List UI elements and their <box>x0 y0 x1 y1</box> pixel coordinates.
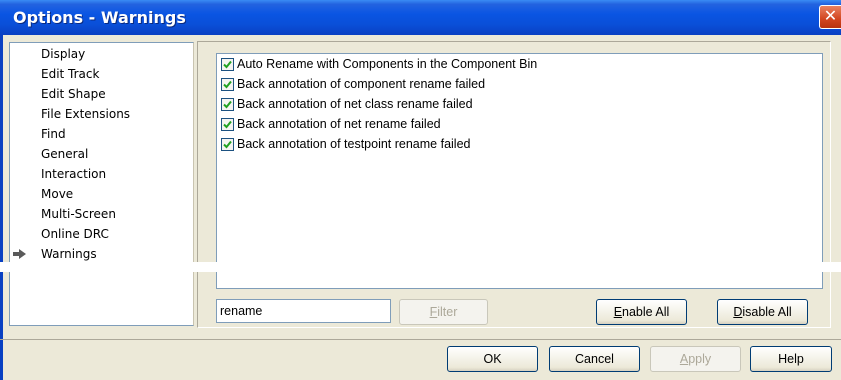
disable-all-label: isable All <box>742 305 792 319</box>
enable-all-button[interactable]: Enable All <box>596 299 687 325</box>
title-bar: Options - Warnings <box>0 0 841 35</box>
nav-item-edit-shape[interactable]: Edit Shape <box>41 87 106 101</box>
warning-checkbox[interactable] <box>221 117 234 131</box>
disable-all-accel: D <box>733 305 743 319</box>
warning-label: Back annotation of testpoint rename fail… <box>237 137 471 151</box>
window-frame-edge <box>0 35 3 380</box>
overlay-strip <box>0 262 841 272</box>
list-item[interactable]: Back annotation of net class rename fail… <box>221 96 473 112</box>
list-item[interactable]: Auto Rename with Components in the Compo… <box>221 56 537 72</box>
nav-item-move[interactable]: Move <box>41 187 73 201</box>
list-item[interactable]: Back annotation of net rename failed <box>221 116 441 132</box>
enable-all-accel: E <box>613 305 623 319</box>
close-icon: ✕ <box>823 6 838 25</box>
options-category-list[interactable]: Display Edit Track Edit Shape File Exten… <box>9 42 194 326</box>
nav-item-interaction[interactable]: Interaction <box>41 167 106 181</box>
warning-checkbox[interactable] <box>221 137 234 151</box>
warning-label: Back annotation of component rename fail… <box>237 77 486 91</box>
nav-item-display[interactable]: Display <box>41 47 85 61</box>
list-item[interactable]: Back annotation of component rename fail… <box>221 76 485 92</box>
apply-accel: A <box>679 352 689 366</box>
close-button[interactable]: ✕ <box>819 5 841 29</box>
filter-input[interactable]: rename <box>216 299 391 323</box>
checkmark-icon <box>223 80 232 88</box>
nav-item-multi-screen[interactable]: Multi-Screen <box>41 207 116 221</box>
warning-label: Back annotation of net rename failed <box>237 117 441 131</box>
warning-checkbox[interactable] <box>221 77 234 91</box>
help-button[interactable]: Help <box>750 346 832 372</box>
nav-item-warnings[interactable]: Warnings <box>41 247 97 261</box>
apply-label: pply <box>688 352 712 366</box>
filter-button[interactable]: Filter <box>399 299 488 325</box>
warnings-list[interactable]: Auto Rename with Components in the Compo… <box>216 53 823 289</box>
enable-all-label: nable All <box>622 305 670 319</box>
warning-label: Auto Rename with Components in the Compo… <box>237 57 538 71</box>
warning-checkbox[interactable] <box>221 97 234 111</box>
checkmark-icon <box>223 60 232 68</box>
list-item[interactable]: Back annotation of testpoint rename fail… <box>221 136 470 152</box>
checkmark-icon <box>223 100 232 108</box>
nav-item-file-extensions[interactable]: File Extensions <box>41 107 130 121</box>
checkmark-icon <box>223 120 232 128</box>
nav-item-general[interactable]: General <box>41 147 88 161</box>
separator <box>0 339 841 340</box>
cancel-label: Cancel <box>575 352 614 366</box>
disable-all-button[interactable]: Disable All <box>717 299 808 325</box>
cancel-button[interactable]: Cancel <box>549 346 640 372</box>
ok-button[interactable]: OK <box>447 346 538 372</box>
nav-item-online-drc[interactable]: Online DRC <box>41 227 109 241</box>
window-title: Options - Warnings <box>13 8 186 27</box>
filter-label: ilter <box>437 305 458 319</box>
nav-item-edit-track[interactable]: Edit Track <box>41 67 99 81</box>
warning-checkbox[interactable] <box>221 57 234 71</box>
ok-label: OK <box>483 352 502 366</box>
warning-label: Back annotation of net class rename fail… <box>237 97 473 111</box>
selected-arrow-icon <box>13 249 26 259</box>
checkmark-icon <box>223 140 232 148</box>
apply-button[interactable]: Apply <box>650 346 741 372</box>
nav-item-find[interactable]: Find <box>41 127 66 141</box>
help-label: Help <box>778 352 804 366</box>
